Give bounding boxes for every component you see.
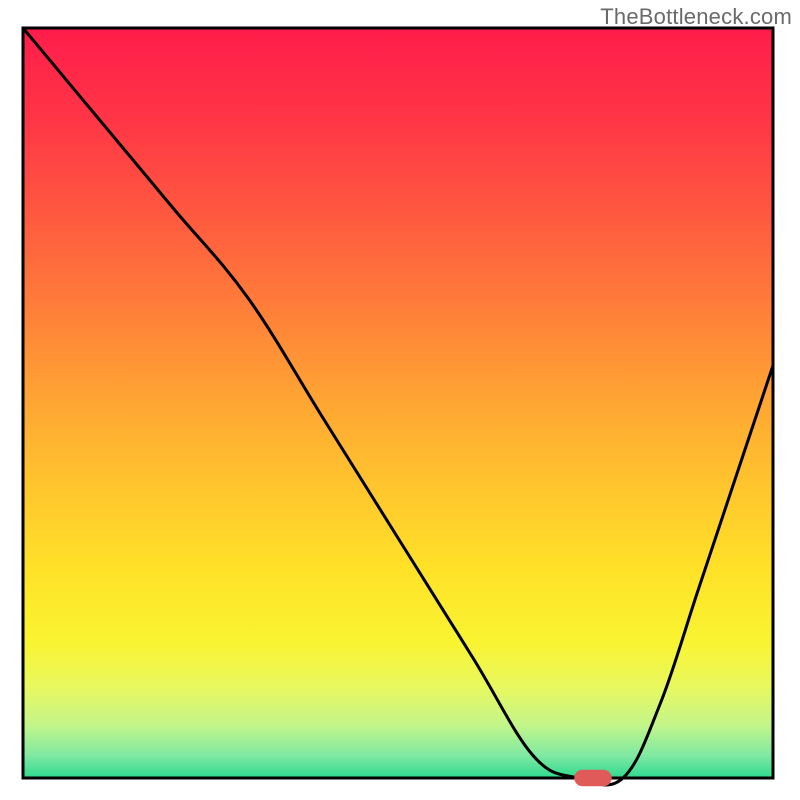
chart-svg: [0, 0, 800, 800]
chart-stage: TheBottleneck.com: [0, 0, 800, 800]
marker-pill: [574, 770, 612, 787]
chart-background: [23, 28, 773, 778]
